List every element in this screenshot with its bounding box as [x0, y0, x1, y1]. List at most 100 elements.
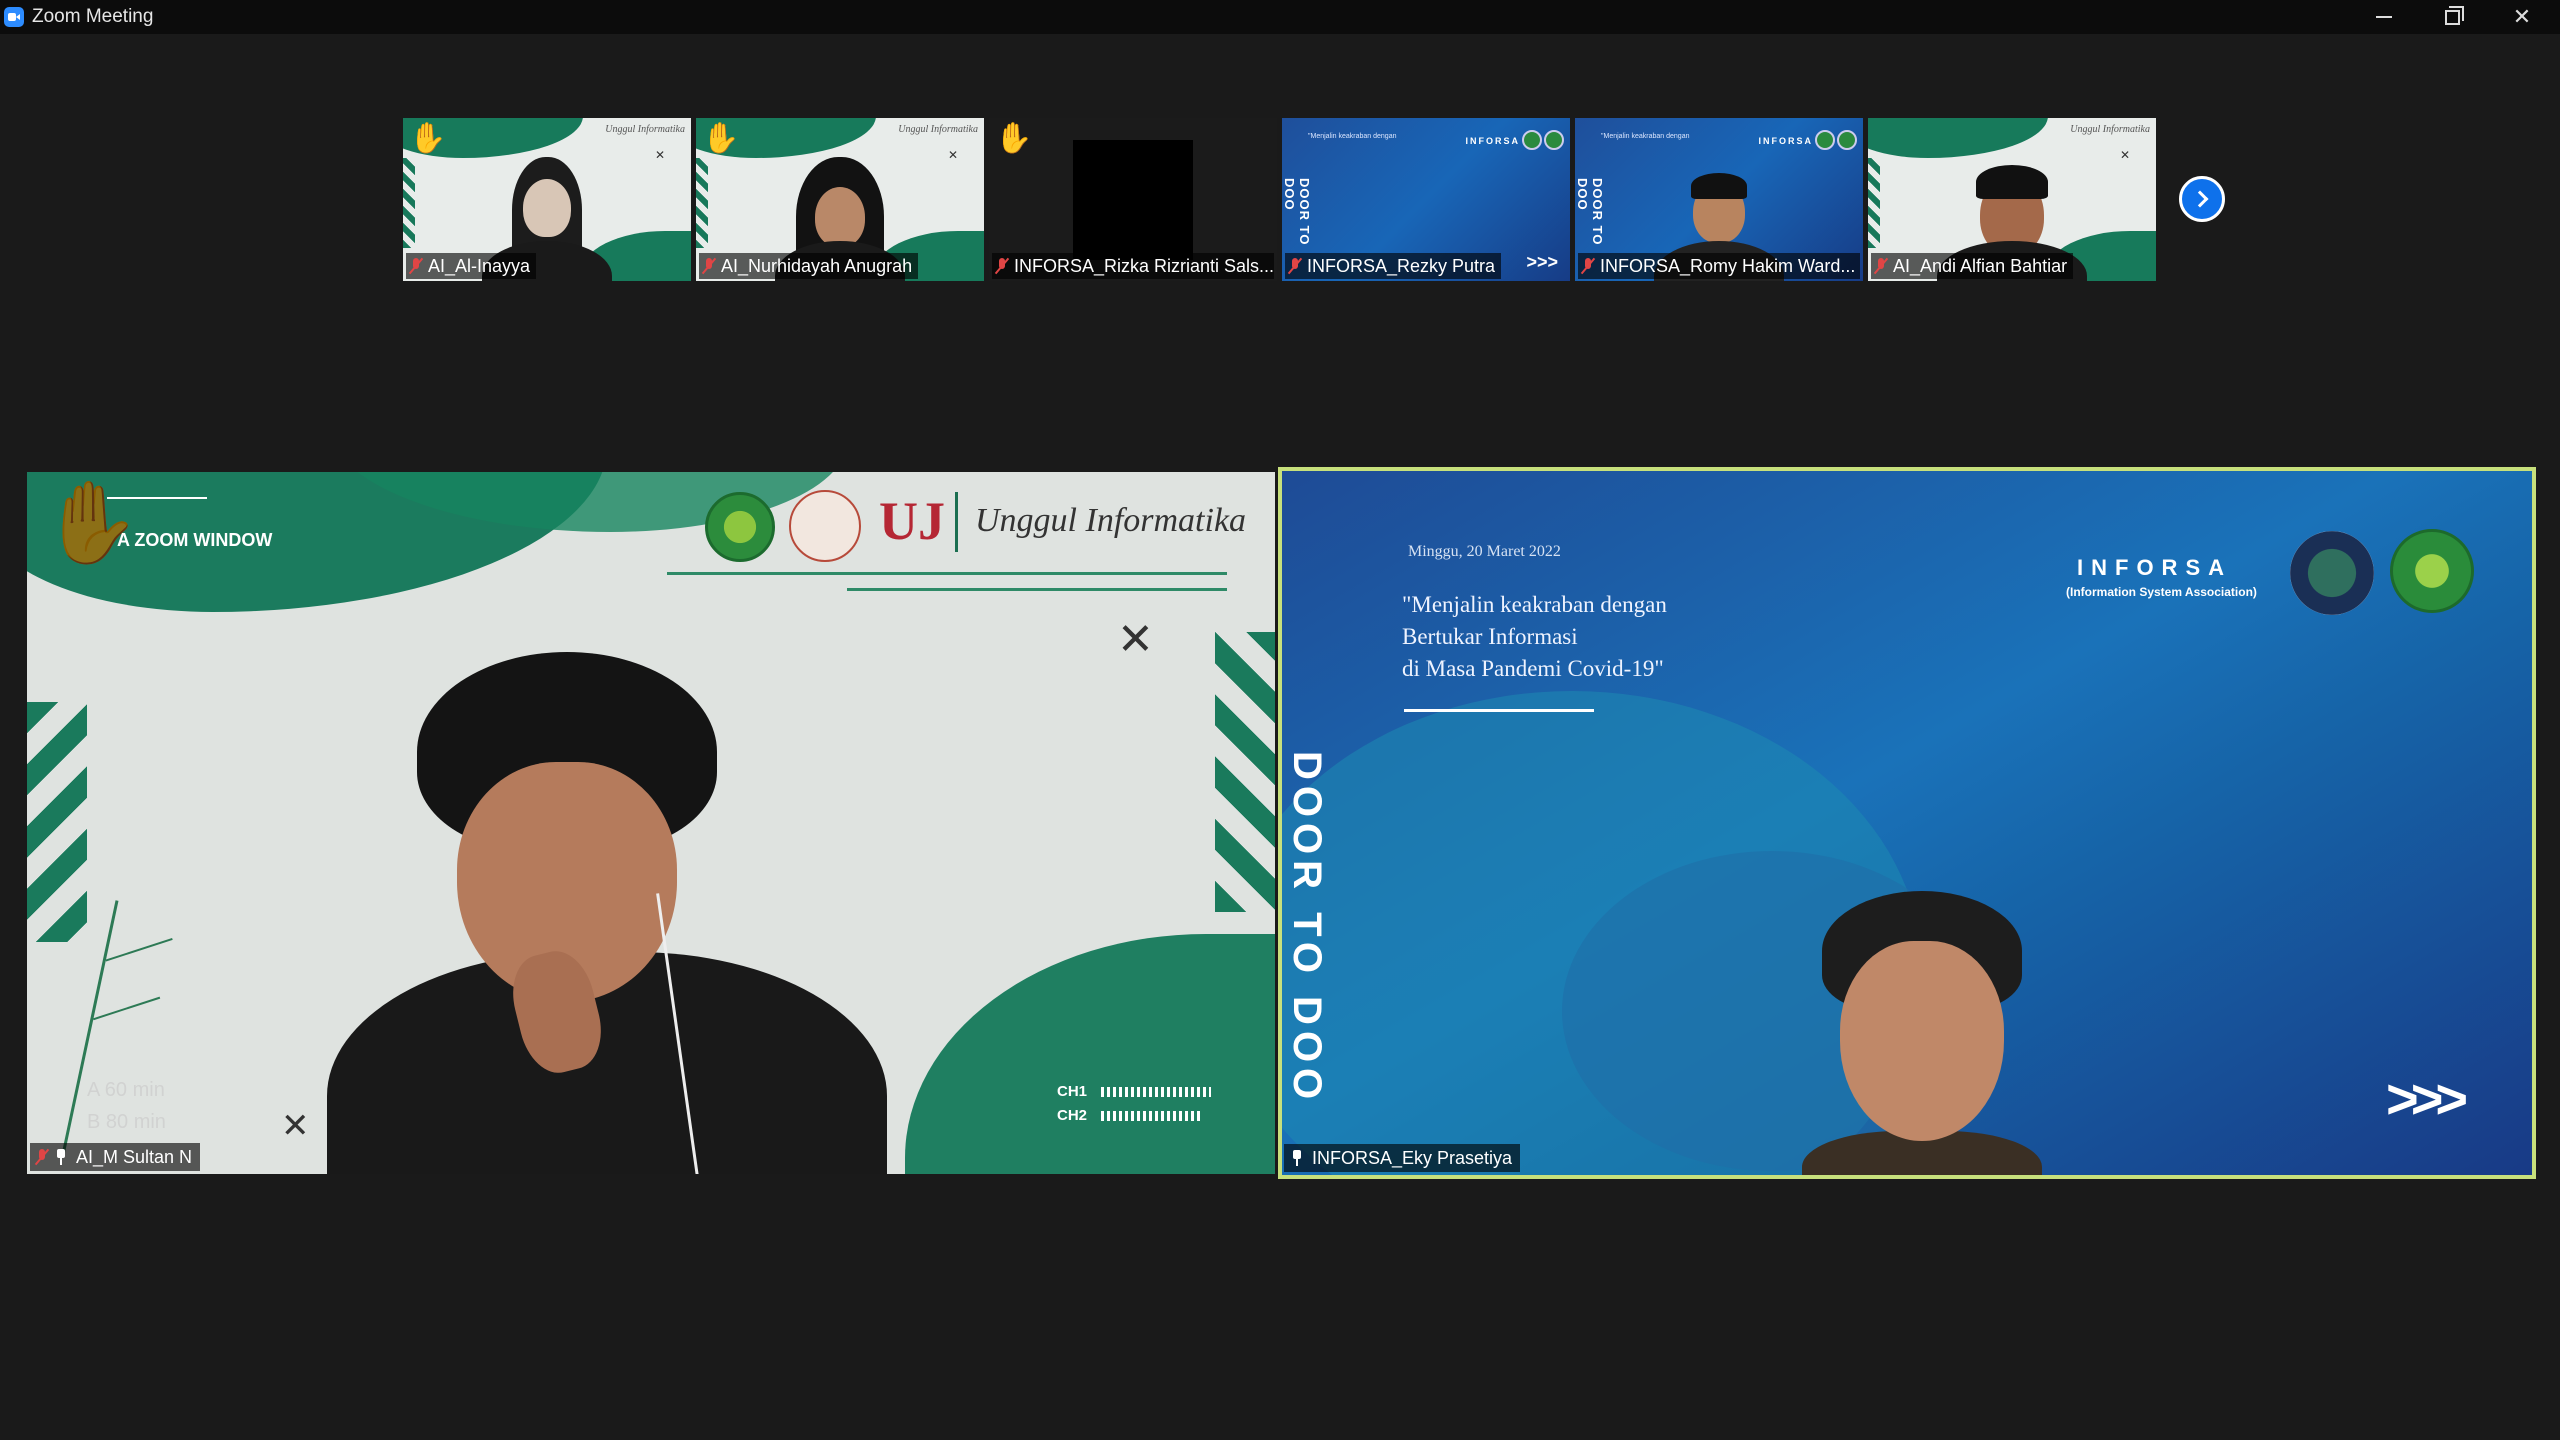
minimize-icon: [2376, 16, 2392, 18]
slide-org: INFORSA: [1465, 136, 1520, 146]
background-brand: Unggul Informatika: [975, 502, 1247, 539]
participant-thumbnail[interactable]: Unggul Informatika ✕ ✋ AI_Al-Inayya: [403, 118, 691, 281]
pin-icon: [54, 1149, 68, 1165]
face: [523, 179, 571, 237]
video-tile-right-active-speaker[interactable]: DOOR TO DOO Minggu, 20 Maret 2022 "Menja…: [1278, 467, 2536, 1179]
uj-logo: UJ: [879, 491, 945, 551]
restore-button[interactable]: [2418, 0, 2486, 34]
participant-name: INFORSA_Eky Prasetiya: [1312, 1148, 1513, 1168]
slide-org: INFORSA: [2077, 555, 2232, 580]
restore-icon: [2444, 5, 2464, 25]
slide-logo: [1837, 130, 1857, 150]
participant-name: INFORSA_Rizka Rizrianti Sals...: [1014, 256, 1274, 276]
minimize-button[interactable]: [2350, 0, 2418, 34]
participant-name-label: INFORSA_Romy Hakim Ward...: [1578, 253, 1860, 279]
slide-org-subtitle: (Information System Association): [2066, 585, 2257, 599]
video-tile-left[interactable]: A ZOOM WINDOW UJ Unggul Informatika ✕ A …: [27, 472, 1275, 1174]
mic-muted-icon: [996, 258, 1008, 274]
background-x-mark: ✕: [1117, 615, 1154, 664]
mic-muted-icon: [1289, 258, 1301, 274]
inforsa-logo: [2290, 531, 2374, 615]
slide-quote: "Menjalin keakraban dengan: [1601, 133, 1690, 140]
background-line: [667, 572, 1227, 575]
participant-name-label: INFORSA_Rizka Rizrianti Sals...: [992, 253, 1274, 279]
background-stripes: [27, 702, 87, 942]
slide-quote: "Menjalin keakraban dengan Bertukar Info…: [1402, 589, 1667, 685]
mic-muted-icon: [703, 258, 715, 274]
ch2-label: CH2: [1057, 1107, 1088, 1124]
university-logo: [705, 492, 775, 562]
participant-thumbnail[interactable]: Unggul Informatika ✕ AI_Andi Alfian Baht…: [1868, 118, 2156, 281]
background-stripes: [1868, 158, 1880, 248]
background-x-mark: ✕: [947, 148, 958, 162]
background-x-mark: ✕: [654, 148, 665, 162]
participant-name-label: INFORSA_Eky Prasetiya: [1284, 1144, 1521, 1172]
chevron-right-icon: [2191, 190, 2208, 208]
background-x-mark: ✕: [2119, 148, 2130, 162]
background-wave: [905, 934, 1275, 1174]
participant-thumbnail[interactable]: DOOR TO DOO "Menjalin keakraban dengan I…: [1282, 118, 1570, 281]
raised-hand-icon: ✋: [995, 122, 1033, 155]
raised-hand-icon: ✋: [702, 122, 740, 155]
raised-hand-icon: ✋: [41, 478, 141, 567]
title-bar: Zoom Meeting ✕: [0, 0, 2560, 34]
slide-quote: "Menjalin keakraban dengan: [1308, 133, 1397, 140]
timer-a: A 60 min: [87, 1079, 165, 1101]
participant-name-label: AI_M Sultan N: [30, 1143, 201, 1171]
participant-video-off: [1073, 140, 1193, 260]
zoom-app-icon: [4, 7, 24, 27]
slide-logo: [1522, 130, 1542, 150]
participant-name-label: AI_Nurhidayah Anugrah: [699, 253, 919, 279]
slide-logo: [1544, 130, 1564, 150]
participant-video: [327, 652, 927, 1174]
mic-muted-icon: [410, 258, 422, 274]
background-timers: A 60 min B 80 min: [87, 1074, 166, 1138]
raised-hand-icon: ✋: [409, 122, 447, 155]
participant-name: INFORSA_Rezky Putra: [1307, 256, 1496, 276]
next-page-button[interactable]: [2179, 176, 2225, 222]
background-line: [847, 588, 1227, 591]
face: [815, 187, 865, 247]
participant-name: AI_Andi Alfian Bahtiar: [1893, 256, 2068, 276]
participant-thumbnail[interactable]: DOOR TO DOO "Menjalin keakraban dengan I…: [1575, 118, 1863, 281]
background-brand: Unggul Informatika: [605, 124, 685, 135]
mic-muted-icon: [36, 1149, 48, 1165]
slide-quote-line: Bertukar Informasi: [1402, 624, 1578, 649]
ch1-label: CH1: [1057, 1083, 1088, 1100]
ch2-meter: [1101, 1111, 1202, 1122]
participant-name-label: AI_Andi Alfian Bahtiar: [1871, 253, 2074, 279]
participant-name-label: INFORSA_Rezky Putra: [1285, 253, 1502, 279]
window-title: Zoom Meeting: [32, 6, 154, 27]
hair: [1691, 173, 1747, 199]
slide-side-text: DOOR TO DOO: [1285, 751, 1329, 1106]
pin-icon: [1290, 1150, 1304, 1166]
background-brand: Unggul Informatika: [898, 124, 978, 135]
participant-thumbnail[interactable]: ✋ INFORSA_Rizka Rizrianti Sals...: [989, 118, 1277, 281]
background-channel-meters: CH1 CH2: [1057, 1080, 1212, 1128]
mic-muted-icon: [1582, 258, 1594, 274]
face: [1840, 941, 2004, 1141]
background-stripes: [1215, 632, 1275, 912]
participant-name-label: AI_Al-Inayya: [406, 253, 537, 279]
close-icon: ✕: [2512, 4, 2532, 29]
close-button[interactable]: ✕: [2488, 0, 2556, 34]
background-stripes: [696, 158, 708, 248]
slide-arrows: >>>: [1526, 252, 1558, 272]
slide-quote-line: di Masa Pandemi Covid-19": [1402, 656, 1664, 681]
mic-muted-icon: [1875, 258, 1887, 274]
logo-divider: [955, 492, 958, 552]
participant-name: AI_Al-Inayya: [428, 256, 531, 276]
slide-date: Minggu, 20 Maret 2022: [1408, 543, 1561, 560]
participant-thumbnail[interactable]: Unggul Informatika ✕ ✋ AI_Nurhidayah Anu…: [696, 118, 984, 281]
faculty-logo: [789, 490, 861, 562]
background-wave: [1868, 118, 2048, 158]
slide-logo: [1815, 130, 1835, 150]
background-brand: Unggul Informatika: [2070, 124, 2150, 135]
timer-b: B 80 min: [87, 1111, 166, 1133]
slide-org: INFORSA: [1758, 136, 1813, 146]
participant-name: INFORSA_Romy Hakim Ward...: [1600, 256, 1856, 276]
background-stripes: [403, 158, 415, 248]
slide-quote-line: "Menjalin keakraban dengan: [1402, 592, 1667, 617]
participant-video: [1762, 891, 2082, 1175]
slide-underline: [1404, 709, 1594, 712]
